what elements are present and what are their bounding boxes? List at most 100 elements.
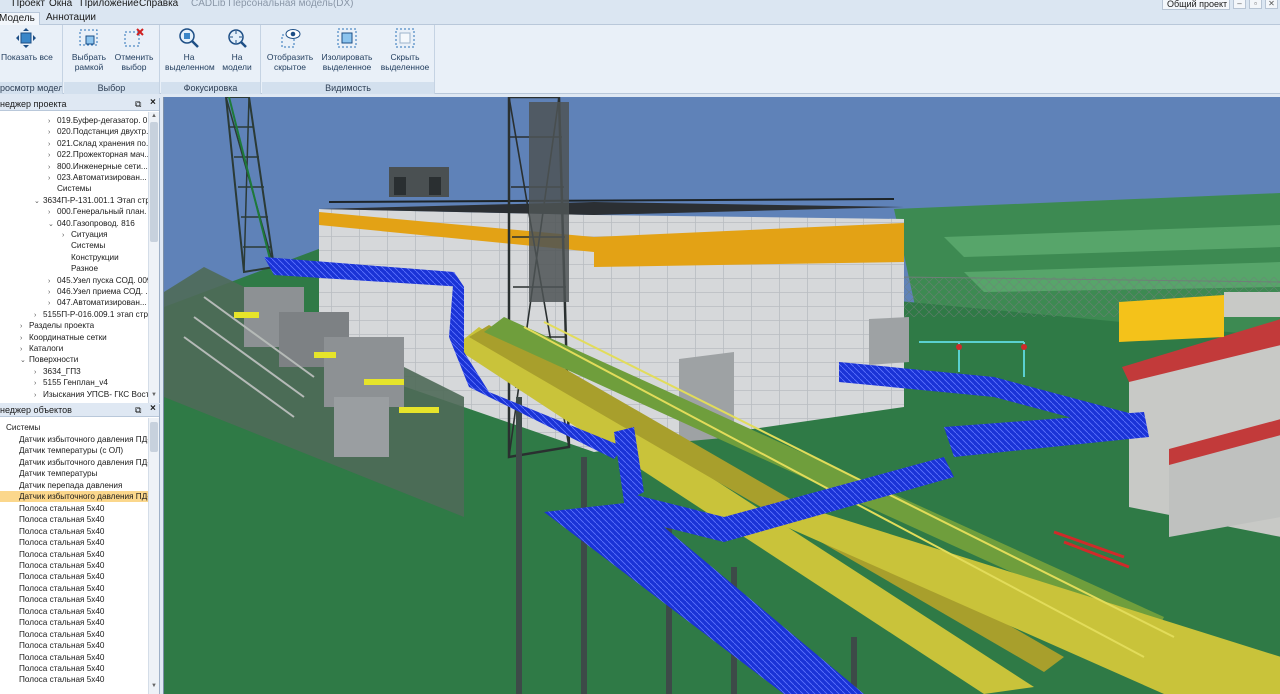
- list-item[interactable]: Полоса стальная 5х40: [0, 663, 148, 674]
- 3d-viewport[interactable]: [163, 97, 1280, 694]
- chevron-right-icon[interactable]: ›: [48, 298, 57, 308]
- list-item[interactable]: Полоса стальная 5х40: [0, 629, 148, 640]
- list-item[interactable]: Полоса стальная 5х40: [0, 560, 148, 571]
- list-item[interactable]: Полоса стальная 5х40: [0, 674, 148, 685]
- tree-item[interactable]: › Каталоги: [20, 343, 63, 354]
- tree-item-label: 046.Узел приема СОД. ...: [57, 287, 153, 296]
- list-item[interactable]: Датчик избыточного давления ПД-...: [0, 457, 148, 468]
- chevron-down-icon[interactable]: ⌄: [34, 196, 43, 206]
- tree-item[interactable]: ⌄ Поверхности: [20, 354, 78, 365]
- list-item[interactable]: Полоса стальная 5х40: [0, 571, 148, 582]
- tab-annotations[interactable]: Аннотации: [42, 12, 100, 25]
- list-item[interactable]: Полоса стальная 5х40: [0, 503, 148, 514]
- list-item[interactable]: Датчик избыточного давления ПД-...: [0, 491, 148, 503]
- list-item[interactable]: Датчик перепада давления: [0, 480, 148, 491]
- tree-item[interactable]: ⌄ 3634П-Р-131.001.1 Этап стр...: [34, 195, 157, 206]
- tree-item[interactable]: › 020.Подстанция двухтр...: [48, 126, 153, 137]
- show-all-button[interactable]: Показать все: [1, 27, 53, 62]
- tree-item[interactable]: › 045.Узел пуска СОД. 009: [48, 275, 151, 286]
- chevron-right-icon[interactable]: ›: [62, 230, 71, 240]
- chevron-right-icon[interactable]: ›: [20, 344, 29, 354]
- list-item[interactable]: Полоса стальная 5х40: [0, 526, 148, 537]
- tree-item[interactable]: Конструкции: [62, 252, 119, 263]
- list-item[interactable]: Полоса стальная 5х40: [0, 617, 148, 628]
- tree-item[interactable]: › Ситуация: [62, 229, 108, 240]
- list-item[interactable]: Датчик температуры (с ОЛ): [0, 445, 148, 456]
- tree-item[interactable]: › Координатные сетки: [20, 332, 107, 343]
- list-item[interactable]: Полоса стальная 5х40: [0, 606, 148, 617]
- chevron-right-icon[interactable]: ›: [48, 287, 57, 297]
- pin-icon[interactable]: ⧉: [135, 404, 141, 416]
- scroll-down-icon[interactable]: ▼: [150, 683, 158, 689]
- chevron-down-icon[interactable]: ⌄: [48, 219, 57, 229]
- workspace-selector[interactable]: Общий проект: [1162, 0, 1230, 10]
- chevron-right-icon[interactable]: ›: [34, 310, 43, 320]
- tree-item[interactable]: › 5155 Генплан_v4: [34, 377, 108, 388]
- show-hidden-button[interactable]: Отобразить скрытое: [266, 27, 314, 72]
- tree-item[interactable]: › 000.Генеральный план. ...: [48, 206, 156, 217]
- object-root[interactable]: Системы: [6, 422, 40, 433]
- tree-item[interactable]: › 021.Склад хранения по...: [48, 138, 153, 149]
- tree-item[interactable]: Системы: [48, 183, 91, 194]
- list-item[interactable]: Полоса стальная 5х40: [0, 549, 148, 560]
- close-icon[interactable]: ×: [150, 404, 156, 415]
- tree-item[interactable]: Системы: [62, 240, 105, 251]
- chevron-right-icon[interactable]: ›: [48, 150, 57, 160]
- minimize-button[interactable]: –: [1233, 0, 1246, 9]
- list-item[interactable]: Датчик избыточного давления ПД-...: [0, 434, 148, 445]
- tree-item[interactable]: › 047.Автоматизирован...: [48, 297, 147, 308]
- object-scroll-thumb[interactable]: [150, 422, 158, 452]
- tab-model[interactable]: Модель: [0, 12, 40, 25]
- frame-select-button[interactable]: Выбрать рамкой: [70, 27, 108, 72]
- chevron-right-icon[interactable]: ›: [20, 333, 29, 343]
- tree-item[interactable]: › 046.Узел приема СОД. ...: [48, 286, 152, 297]
- list-item[interactable]: Полоса стальная 5х40: [0, 537, 148, 548]
- tree-item[interactable]: › 5155П-Р-016.009.1 этап стро...: [34, 309, 159, 320]
- list-item[interactable]: Полоса стальная 5х40: [0, 594, 148, 605]
- tree-item[interactable]: › 022.Прожекторная мач...: [48, 149, 151, 160]
- menu-windows[interactable]: Окна: [49, 0, 72, 10]
- chevron-right-icon[interactable]: ›: [48, 173, 57, 183]
- close-window-button[interactable]: ✕: [1265, 0, 1278, 9]
- chevron-right-icon[interactable]: ›: [20, 321, 29, 331]
- list-item[interactable]: Полоса стальная 5х40: [0, 652, 148, 663]
- chevron-down-icon[interactable]: ⌄: [20, 355, 29, 365]
- chevron-right-icon[interactable]: ›: [34, 378, 43, 388]
- chevron-right-icon[interactable]: ›: [48, 162, 57, 172]
- maximize-button[interactable]: ▫: [1249, 0, 1262, 9]
- list-item[interactable]: Полоса стальная 5х40: [0, 514, 148, 525]
- list-item[interactable]: Полоса стальная 5х40: [0, 583, 148, 594]
- cancel-select-button[interactable]: Отменить выбор: [114, 27, 154, 72]
- tree-item[interactable]: › 023.Автоматизирован...: [48, 172, 147, 183]
- chevron-right-icon[interactable]: ›: [34, 390, 43, 400]
- pin-icon[interactable]: ⧉: [135, 98, 141, 110]
- scroll-up-icon[interactable]: ▲: [150, 113, 158, 119]
- list-item[interactable]: Полоса стальная 5х40: [0, 640, 148, 651]
- menu-help[interactable]: Справка: [139, 0, 178, 10]
- isolate-selected-button[interactable]: Изолировать выделенное: [320, 27, 374, 72]
- chevron-right-icon[interactable]: ›: [34, 367, 43, 377]
- menu-project[interactable]: Проект: [12, 0, 45, 10]
- chevron-right-icon[interactable]: ›: [48, 139, 57, 149]
- focus-selected-button[interactable]: На выделенном: [165, 27, 215, 72]
- chevron-right-icon[interactable]: ›: [48, 207, 57, 217]
- object-scrollbar[interactable]: ▼: [148, 418, 159, 694]
- tree-item[interactable]: Разное: [62, 263, 98, 274]
- tree-item[interactable]: ⌄ 040.Газопровод. 816: [48, 218, 135, 229]
- menu-application[interactable]: Приложение: [80, 0, 139, 10]
- list-item[interactable]: Датчик температуры: [0, 468, 148, 479]
- tree-item[interactable]: › 800.Инженерные сети...: [48, 161, 148, 172]
- chevron-right-icon[interactable]: ›: [48, 127, 57, 137]
- tree-item[interactable]: › 3634_ГП3: [34, 366, 81, 377]
- chevron-right-icon[interactable]: ›: [48, 116, 57, 126]
- scroll-down-icon[interactable]: ▼: [150, 392, 158, 398]
- hide-selected-button[interactable]: Скрыть выделенное: [380, 27, 430, 72]
- tree-item[interactable]: › 019.Буфер-дегазатор. 0...: [48, 115, 154, 126]
- tree-item[interactable]: › Изыскания УПСВ- ГКС Вост...: [34, 389, 155, 400]
- project-scrollbar[interactable]: ▲ ▼: [148, 112, 159, 403]
- focus-model-button[interactable]: На модели: [217, 27, 257, 72]
- close-icon[interactable]: ×: [150, 98, 156, 109]
- project-scroll-thumb[interactable]: [150, 122, 158, 242]
- chevron-right-icon[interactable]: ›: [48, 276, 57, 286]
- tree-item[interactable]: › Разделы проекта: [20, 320, 94, 331]
